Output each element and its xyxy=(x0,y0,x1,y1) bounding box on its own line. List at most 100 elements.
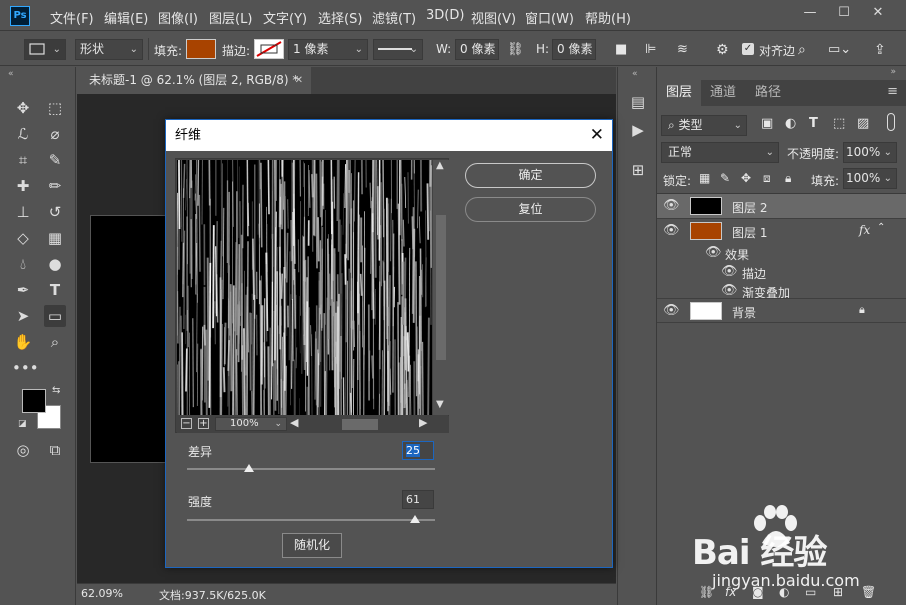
variance-slider-thumb[interactable] xyxy=(244,464,254,472)
default-colors-icon[interactable]: ◪ xyxy=(18,419,27,429)
scroll-right-icon[interactable]: ▶ xyxy=(419,416,427,429)
lock-pixels-icon[interactable]: ✎ xyxy=(720,171,730,185)
menu-filter[interactable]: 滤镜(T) xyxy=(372,8,416,27)
lock-artboard-icon[interactable]: ⧈ xyxy=(763,171,771,186)
layer-name[interactable]: 背景 xyxy=(732,304,756,321)
tool-mode-select[interactable]: 形状 ⌄ xyxy=(75,39,143,60)
crop-icon[interactable]: ⌗ xyxy=(12,149,34,171)
effects-eye-icon[interactable]: 👁︎ xyxy=(705,245,722,260)
blur-icon[interactable]: 💧︎ xyxy=(12,253,34,275)
lasso-icon[interactable]: ℒ xyxy=(12,123,34,145)
minimize-button[interactable]: — xyxy=(798,4,822,22)
lock-position-icon[interactable]: ✥ xyxy=(741,171,751,185)
layer-row-layer-2[interactable]: 👁︎ 图层 2 xyxy=(657,194,906,218)
scroll-up-icon[interactable]: ▲ xyxy=(436,160,444,171)
filter-toggle[interactable] xyxy=(887,113,895,131)
menu-view[interactable]: 视图(V) xyxy=(471,8,516,27)
scroll-down-icon[interactable]: ▼ xyxy=(436,399,444,410)
filter-pixel-icon[interactable]: ▣ xyxy=(761,116,773,131)
collapse-icon[interactable]: « xyxy=(632,69,638,79)
gradient-icon[interactable]: ▦ xyxy=(44,227,66,249)
lock-transparency-icon[interactable]: ▦ xyxy=(699,171,710,185)
panel-menu-icon[interactable]: ≡ xyxy=(887,84,898,99)
filter-shape-icon[interactable]: ⬚ xyxy=(833,116,845,131)
tool-preset-picker[interactable]: ⌄ xyxy=(24,39,66,60)
tab-paths[interactable]: 路径 xyxy=(746,80,790,106)
scroll-left-icon[interactable]: ◀ xyxy=(290,416,298,429)
menu-window[interactable]: 窗口(W) xyxy=(525,8,574,27)
move-icon[interactable]: ✥ xyxy=(12,97,34,119)
foreground-color-swatch[interactable] xyxy=(22,389,46,413)
collapse-icon[interactable]: « xyxy=(8,69,14,79)
menu-3d[interactable]: 3D(D) xyxy=(426,8,464,23)
document-tab[interactable]: 未标题-1 @ 62.1% (图层 2, RGB/8) * ✕ xyxy=(77,67,311,94)
stamp-icon[interactable]: ⊥ xyxy=(12,201,34,223)
quick-mask-icon[interactable]: ◎ xyxy=(12,439,34,461)
blend-mode-select[interactable]: 正常 ⌄ xyxy=(661,142,779,163)
horizontal-scroll-thumb[interactable] xyxy=(342,419,378,430)
vertical-scroll-thumb[interactable] xyxy=(436,215,446,360)
preview-zoom-select[interactable]: 100% ⌄ xyxy=(215,417,287,431)
eraser-icon[interactable]: ◇ xyxy=(12,227,34,249)
eyedropper-icon[interactable]: ✎ xyxy=(44,149,66,171)
strength-slider-thumb[interactable] xyxy=(410,515,421,523)
tab-channels[interactable]: 通道 xyxy=(701,80,745,106)
fill-color-swatch[interactable] xyxy=(186,39,216,59)
fiber-preview-image[interactable] xyxy=(177,160,432,415)
type-icon[interactable]: T xyxy=(44,279,66,301)
menu-select[interactable]: 选择(S) xyxy=(318,8,362,27)
hand-icon[interactable]: ✋ xyxy=(12,331,34,353)
link-icon[interactable]: ⛓ xyxy=(507,42,524,57)
gear-icon[interactable]: ⚙ xyxy=(716,42,729,58)
3d-panel-icon[interactable]: ⊞ xyxy=(627,159,649,181)
filter-adjustment-icon[interactable]: ◐ xyxy=(785,116,796,131)
tab-layers[interactable]: 图层 xyxy=(657,80,702,106)
screen-mode-icon[interactable]: ⧉ xyxy=(44,439,66,461)
close-window-button[interactable]: ✕ xyxy=(866,4,890,22)
filter-smart-object-icon[interactable]: ▨ xyxy=(857,116,869,131)
zoom-out-icon[interactable]: − xyxy=(181,418,192,429)
share-icon[interactable]: ⇪ xyxy=(874,42,886,58)
variance-slider-track[interactable] xyxy=(187,468,435,470)
layer-row-layer-1[interactable]: 👁︎ 图层 1 fx ⌃ 👁︎ 效果 👁︎ 描边 👁︎ 渐变叠加 xyxy=(657,218,906,300)
pen-icon[interactable]: ✒ xyxy=(12,279,34,301)
search-icon[interactable]: ⌕ xyxy=(798,42,806,58)
align-edges-checkbox[interactable]: ✓ xyxy=(742,43,754,55)
brush-icon[interactable]: ✏ xyxy=(44,175,66,197)
stroke-width-field[interactable]: 1 像素 ⌄ xyxy=(288,39,368,60)
menu-image[interactable]: 图像(I) xyxy=(158,8,198,27)
marquee-icon[interactable]: ⬚ xyxy=(44,97,66,119)
variance-input[interactable]: 25 xyxy=(402,441,434,460)
zoom-level[interactable]: 62.09% xyxy=(81,587,123,600)
stroke-effect-eye-icon[interactable]: 👁︎ xyxy=(721,264,738,279)
visibility-eye-icon[interactable]: 👁︎ xyxy=(663,303,680,318)
gradient-overlay-eye-icon[interactable]: 👁︎ xyxy=(721,283,738,298)
collapse-icon[interactable]: » xyxy=(890,67,896,77)
fill-opacity-field[interactable]: 100% ⌄ xyxy=(843,168,897,189)
menu-edit[interactable]: 编辑(E) xyxy=(104,8,148,27)
document-info[interactable]: 文档:937.5K/625.0K xyxy=(159,587,266,603)
stroke-color-swatch[interactable] xyxy=(254,39,284,59)
zoom-icon[interactable]: ⌕ xyxy=(44,331,66,353)
strength-slider-track[interactable] xyxy=(187,519,435,521)
menu-help[interactable]: 帮助(H) xyxy=(585,8,631,27)
ok-button[interactable]: 确定 xyxy=(465,163,596,188)
opacity-field[interactable]: 100% ⌄ xyxy=(843,142,897,163)
actions-play-icon[interactable]: ▶ xyxy=(627,119,649,141)
healing-brush-icon[interactable]: ✚ xyxy=(12,175,34,197)
layer-filter-select[interactable]: ⌕ 类型 ⌄ xyxy=(661,115,747,136)
menu-file[interactable]: 文件(F) xyxy=(50,8,94,27)
preview-vertical-scrollbar[interactable]: ▲ ▼ xyxy=(433,160,449,415)
height-field[interactable]: 0 像素 xyxy=(552,39,596,60)
visibility-eye-icon[interactable]: 👁︎ xyxy=(663,223,680,238)
layer-row-background[interactable]: 👁︎ 背景 🔒︎ xyxy=(657,298,906,323)
strength-input[interactable]: 61 xyxy=(402,490,434,509)
filter-type-icon[interactable]: T xyxy=(809,116,818,131)
more-tools-icon[interactable]: ••• xyxy=(12,357,39,379)
path-alignment-icon[interactable]: ⊫ xyxy=(645,42,656,57)
dodge-icon[interactable]: ● xyxy=(44,253,66,275)
close-tab-icon[interactable]: ✕ xyxy=(295,67,303,94)
history-panel-icon[interactable]: ▤ xyxy=(627,91,649,113)
workspace-icon[interactable]: ▭⌄ xyxy=(828,42,851,57)
effect-stroke[interactable]: 描边 xyxy=(742,265,766,282)
